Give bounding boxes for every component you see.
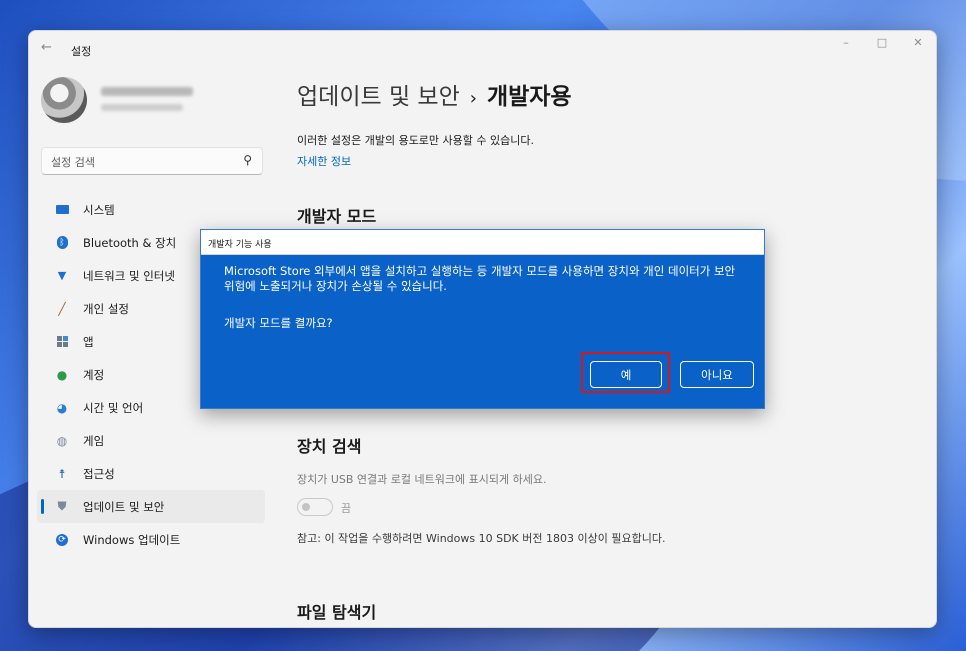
breadcrumb: 업데이트 및 보안 › 개발자용 bbox=[297, 77, 572, 111]
no-button[interactable]: 아니요 bbox=[680, 361, 754, 388]
profile-name-blurred bbox=[101, 87, 193, 96]
sync-icon: ⟳ bbox=[55, 533, 69, 547]
device-discovery-description: 장치가 USB 연결과 로컬 네트워크에 표시되게 하세요. bbox=[297, 473, 547, 486]
breadcrumb-separator: › bbox=[469, 88, 477, 109]
sidebar-item-label: 접근성 bbox=[83, 466, 115, 481]
sidebar-item-label: 시간 및 언어 bbox=[83, 400, 144, 415]
toggle-state-label: 끔 bbox=[341, 502, 352, 515]
sidebar-item-label: Bluetooth & 장치 bbox=[83, 235, 177, 250]
intro-text: 이러한 설정은 개발의 용도로만 사용할 수 있습니다. bbox=[297, 134, 534, 147]
sidebar-item-label: 업데이트 및 보안 bbox=[83, 499, 165, 514]
wifi-icon: ▼ bbox=[57, 269, 67, 282]
sidebar-item-label: 개인 설정 bbox=[83, 301, 129, 316]
brush-icon: ╱ bbox=[58, 301, 66, 316]
profile-email-blurred bbox=[101, 104, 183, 111]
back-arrow-icon[interactable]: ← bbox=[41, 40, 52, 55]
sidebar-item-windows-update[interactable]: ⟳ Windows 업데이트 bbox=[37, 523, 265, 556]
sidebar-item-label: 게임 bbox=[83, 433, 105, 448]
user-profile[interactable] bbox=[41, 77, 281, 125]
avatar bbox=[41, 77, 87, 123]
gamepad-icon: ◍ bbox=[56, 433, 68, 448]
more-info-link[interactable]: 자세한 정보 bbox=[297, 153, 351, 169]
section-developer-mode: 개발자 모드 bbox=[297, 207, 377, 226]
active-indicator bbox=[41, 499, 44, 514]
sidebar-item-label: 시스템 bbox=[83, 202, 115, 217]
monitor-icon bbox=[55, 203, 69, 217]
shield-icon: ⛊ bbox=[57, 499, 67, 513]
bluetooth-icon: ᛒ bbox=[55, 236, 69, 250]
page-title: 개발자용 bbox=[486, 84, 572, 110]
yes-button[interactable]: 예 bbox=[590, 361, 662, 388]
dialog-title-bar: 개발자 기능 사용 bbox=[201, 230, 764, 255]
apps-icon bbox=[55, 335, 69, 349]
section-device-discovery: 장치 검색 bbox=[297, 437, 362, 456]
sidebar-item-label: 계정 bbox=[83, 367, 105, 382]
globe-clock-icon: ◕ bbox=[56, 400, 68, 415]
sidebar-item-label: Windows 업데이트 bbox=[83, 532, 181, 547]
dialog-question: 개발자 모드를 켤까요? bbox=[224, 316, 333, 330]
section-file-explorer: 파일 탐색기 bbox=[297, 603, 377, 622]
sidebar-item-system[interactable]: 시스템 bbox=[37, 193, 265, 226]
sdk-note: 참고: 이 작업을 수행하려면 Windows 10 SDK 버전 1803 이… bbox=[297, 532, 666, 545]
person-icon: ● bbox=[56, 367, 68, 382]
search-box[interactable]: 설정 검색 ⚲ bbox=[41, 147, 263, 175]
dialog-title: 개발자 기능 사용 bbox=[208, 240, 272, 250]
sidebar-item-gaming[interactable]: ◍ 게임 bbox=[37, 424, 265, 457]
sidebar-item-update-security[interactable]: ⛊ 업데이트 및 보안 bbox=[37, 490, 265, 523]
developer-mode-dialog: 개발자 기능 사용 Microsoft Store 외부에서 앱을 설치하고 실… bbox=[200, 229, 765, 409]
search-input[interactable]: 설정 검색 bbox=[51, 154, 95, 170]
sidebar-item-label: 네트워크 및 인터넷 bbox=[83, 268, 175, 283]
sidebar-item-label: 앱 bbox=[83, 334, 94, 349]
accessibility-icon: ☨ bbox=[58, 466, 66, 481]
app-title: 설정 bbox=[71, 45, 92, 58]
device-discovery-toggle[interactable] bbox=[297, 498, 333, 516]
breadcrumb-parent[interactable]: 업데이트 및 보안 bbox=[297, 84, 460, 110]
search-icon[interactable]: ⚲ bbox=[243, 153, 252, 167]
toggle-knob bbox=[302, 503, 310, 511]
sidebar-item-accessibility[interactable]: ☨ 접근성 bbox=[37, 457, 265, 490]
dialog-message: Microsoft Store 외부에서 앱을 설치하고 실행하는 등 개발자 … bbox=[224, 264, 736, 293]
